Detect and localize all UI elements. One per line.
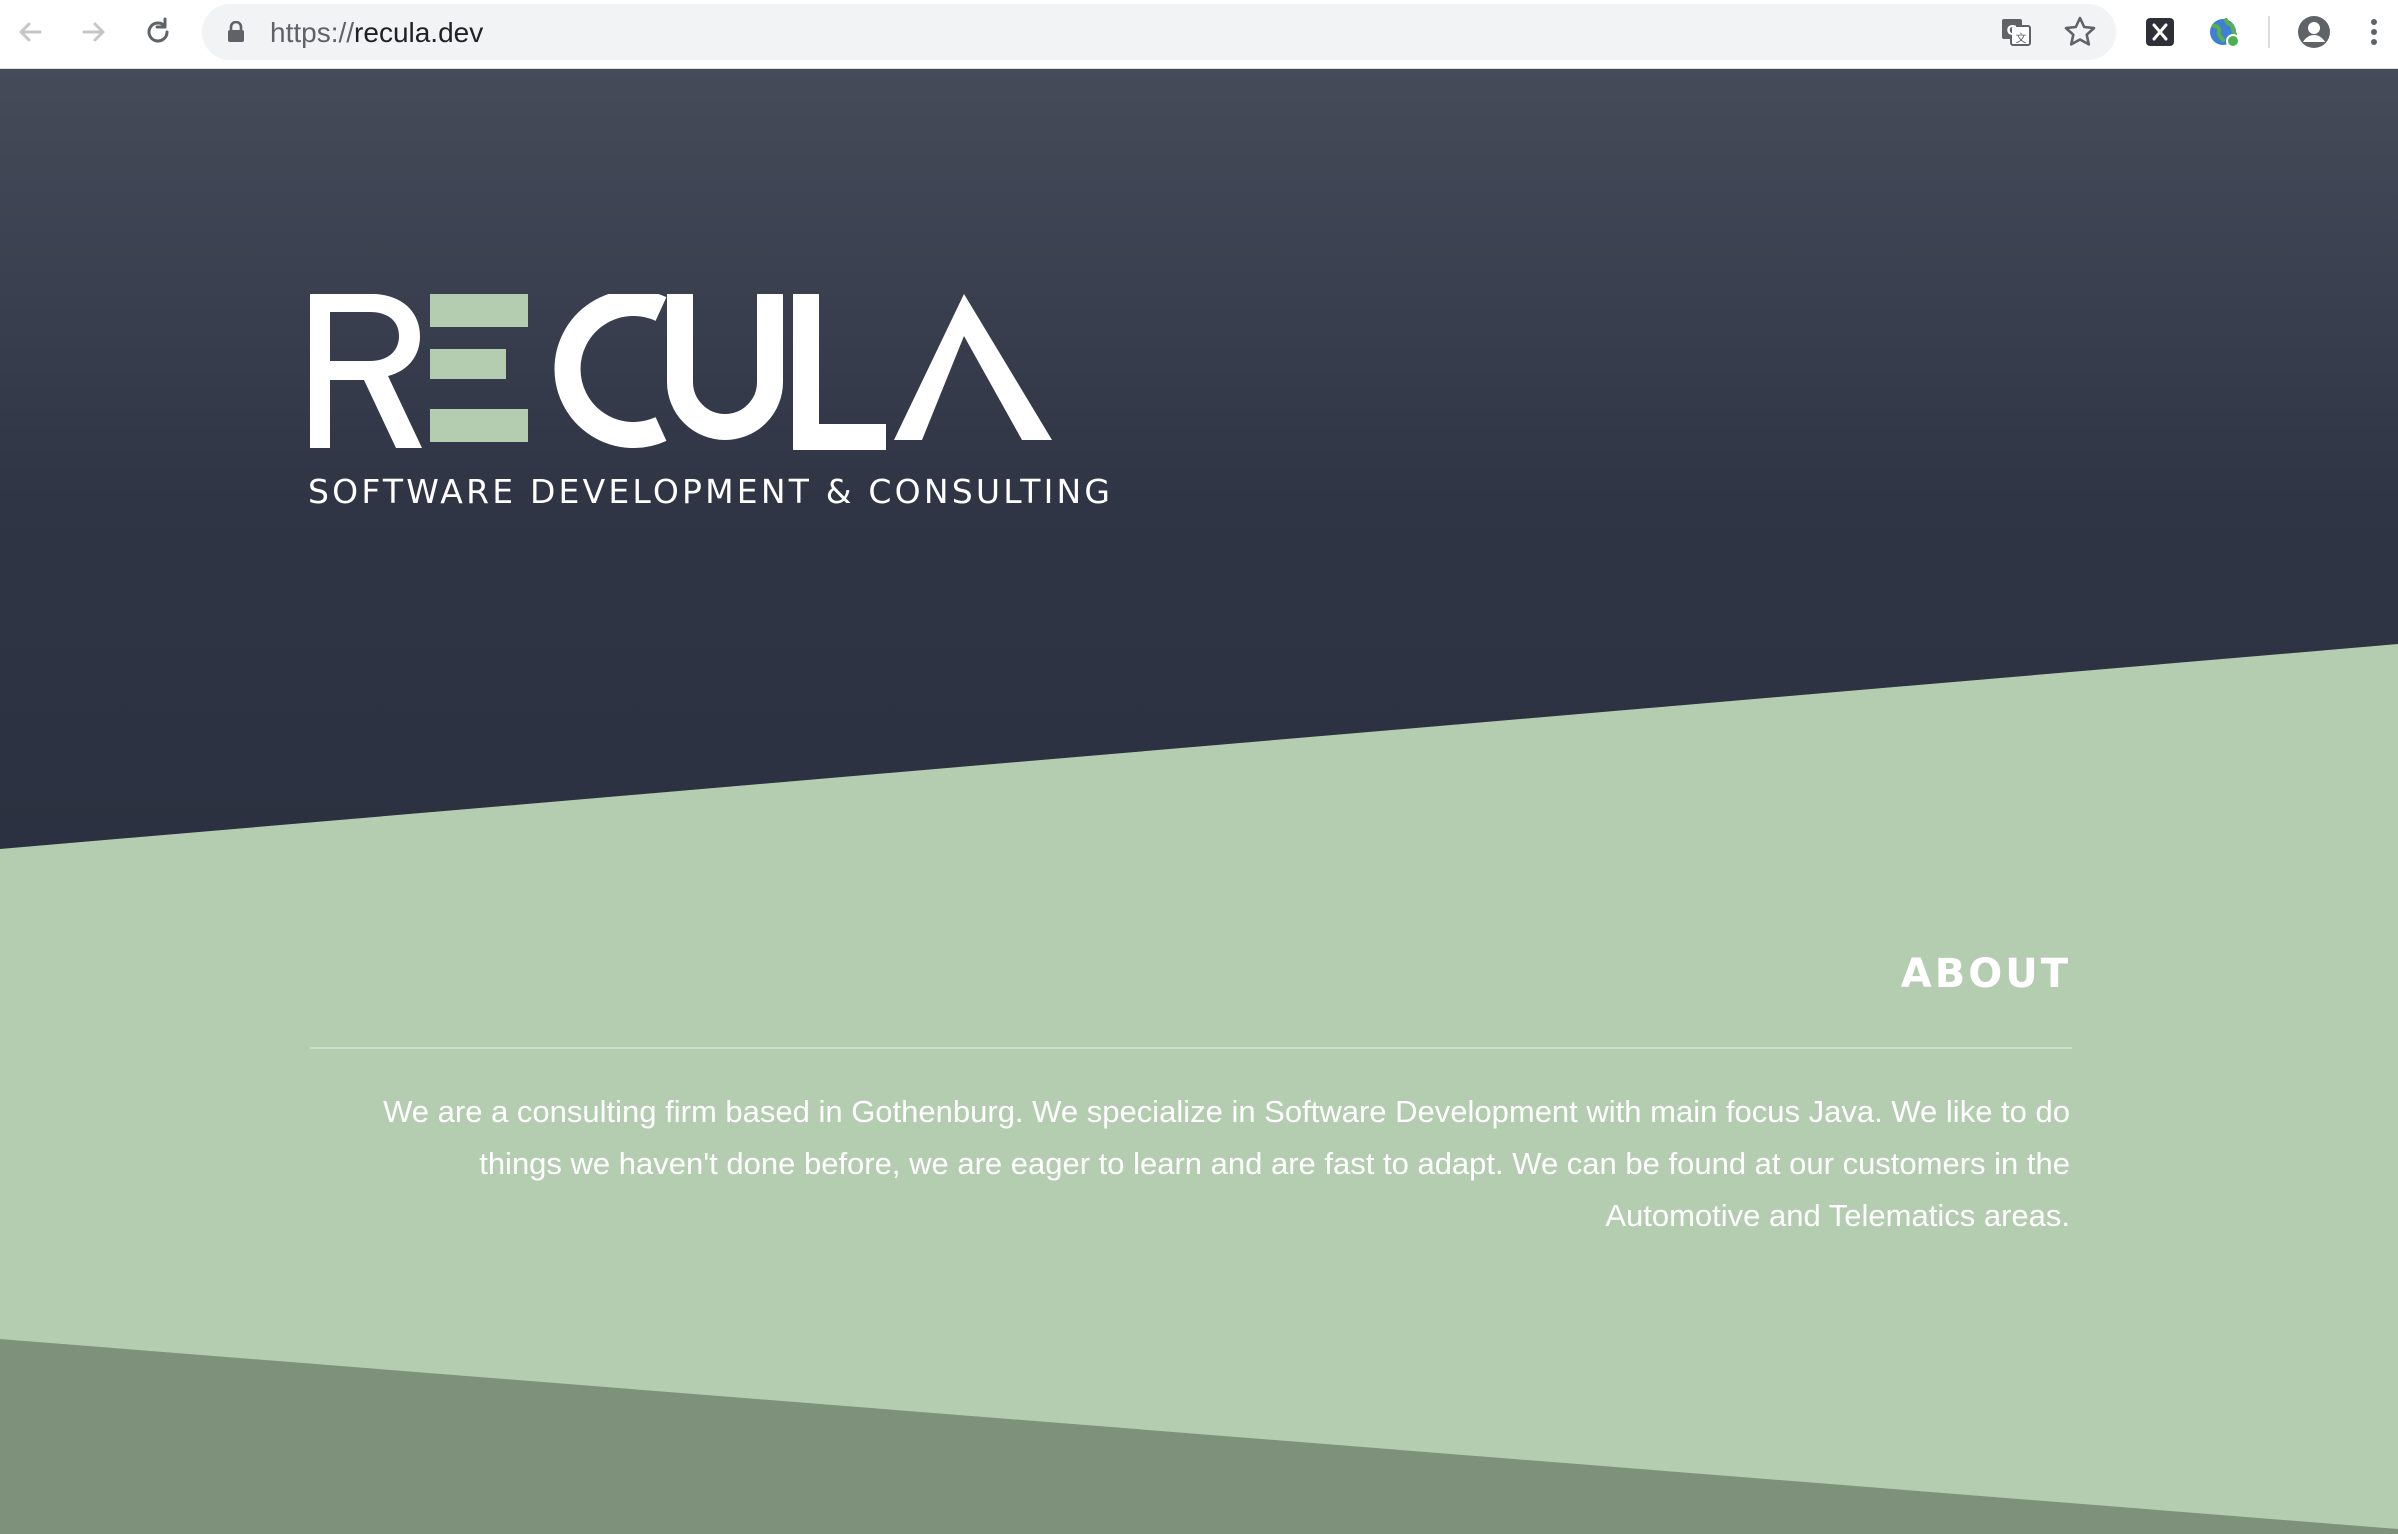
browser-toolbar: https://recula.dev G 文: [0, 0, 2398, 69]
url-host: recula.dev: [354, 17, 484, 48]
translate-icon: G 文: [2002, 19, 2031, 46]
account-button[interactable]: [2296, 14, 2332, 50]
about-text: We are a consulting firm based in Gothen…: [383, 1094, 2070, 1233]
account-icon: [2298, 16, 2330, 48]
reload-icon: [147, 17, 169, 43]
extension-x-icon: [2146, 18, 2174, 46]
address-bar[interactable]: https://recula.dev G 文: [202, 4, 2116, 60]
lock-icon[interactable]: [226, 21, 246, 43]
url-text[interactable]: https://recula.dev: [270, 17, 483, 49]
about-divider: [310, 1047, 2072, 1049]
back-button[interactable]: [10, 12, 50, 52]
star-icon: [2064, 16, 2096, 46]
about-heading: ABOUT: [1900, 951, 2071, 997]
back-arrow-icon: [19, 22, 42, 42]
tagline: SOFTWARE DEVELOPMENT & CONSULTING: [308, 472, 1114, 511]
toolbar-separator: [2268, 16, 2270, 48]
svg-text:文: 文: [2016, 31, 2027, 45]
extension-globe-icon: [2210, 18, 2240, 48]
forward-arrow-icon: [82, 22, 105, 42]
browser-menu-button[interactable]: [2356, 14, 2392, 50]
bookmark-star-button[interactable]: [2062, 14, 2098, 50]
page-content: SOFTWARE DEVELOPMENT & CONSULTING ABOUT …: [0, 69, 2398, 1534]
bottom-band: [0, 1339, 2398, 1534]
reload-button[interactable]: [138, 12, 178, 52]
translate-button[interactable]: G 文: [1998, 14, 2034, 50]
logo-wordmark: [310, 294, 1052, 450]
extension-x-button[interactable]: [2142, 14, 2178, 50]
menu-dots-icon: [2371, 19, 2377, 45]
forward-button[interactable]: [74, 12, 114, 52]
url-scheme: https://: [270, 17, 355, 48]
extension-globe-button[interactable]: [2206, 14, 2242, 50]
